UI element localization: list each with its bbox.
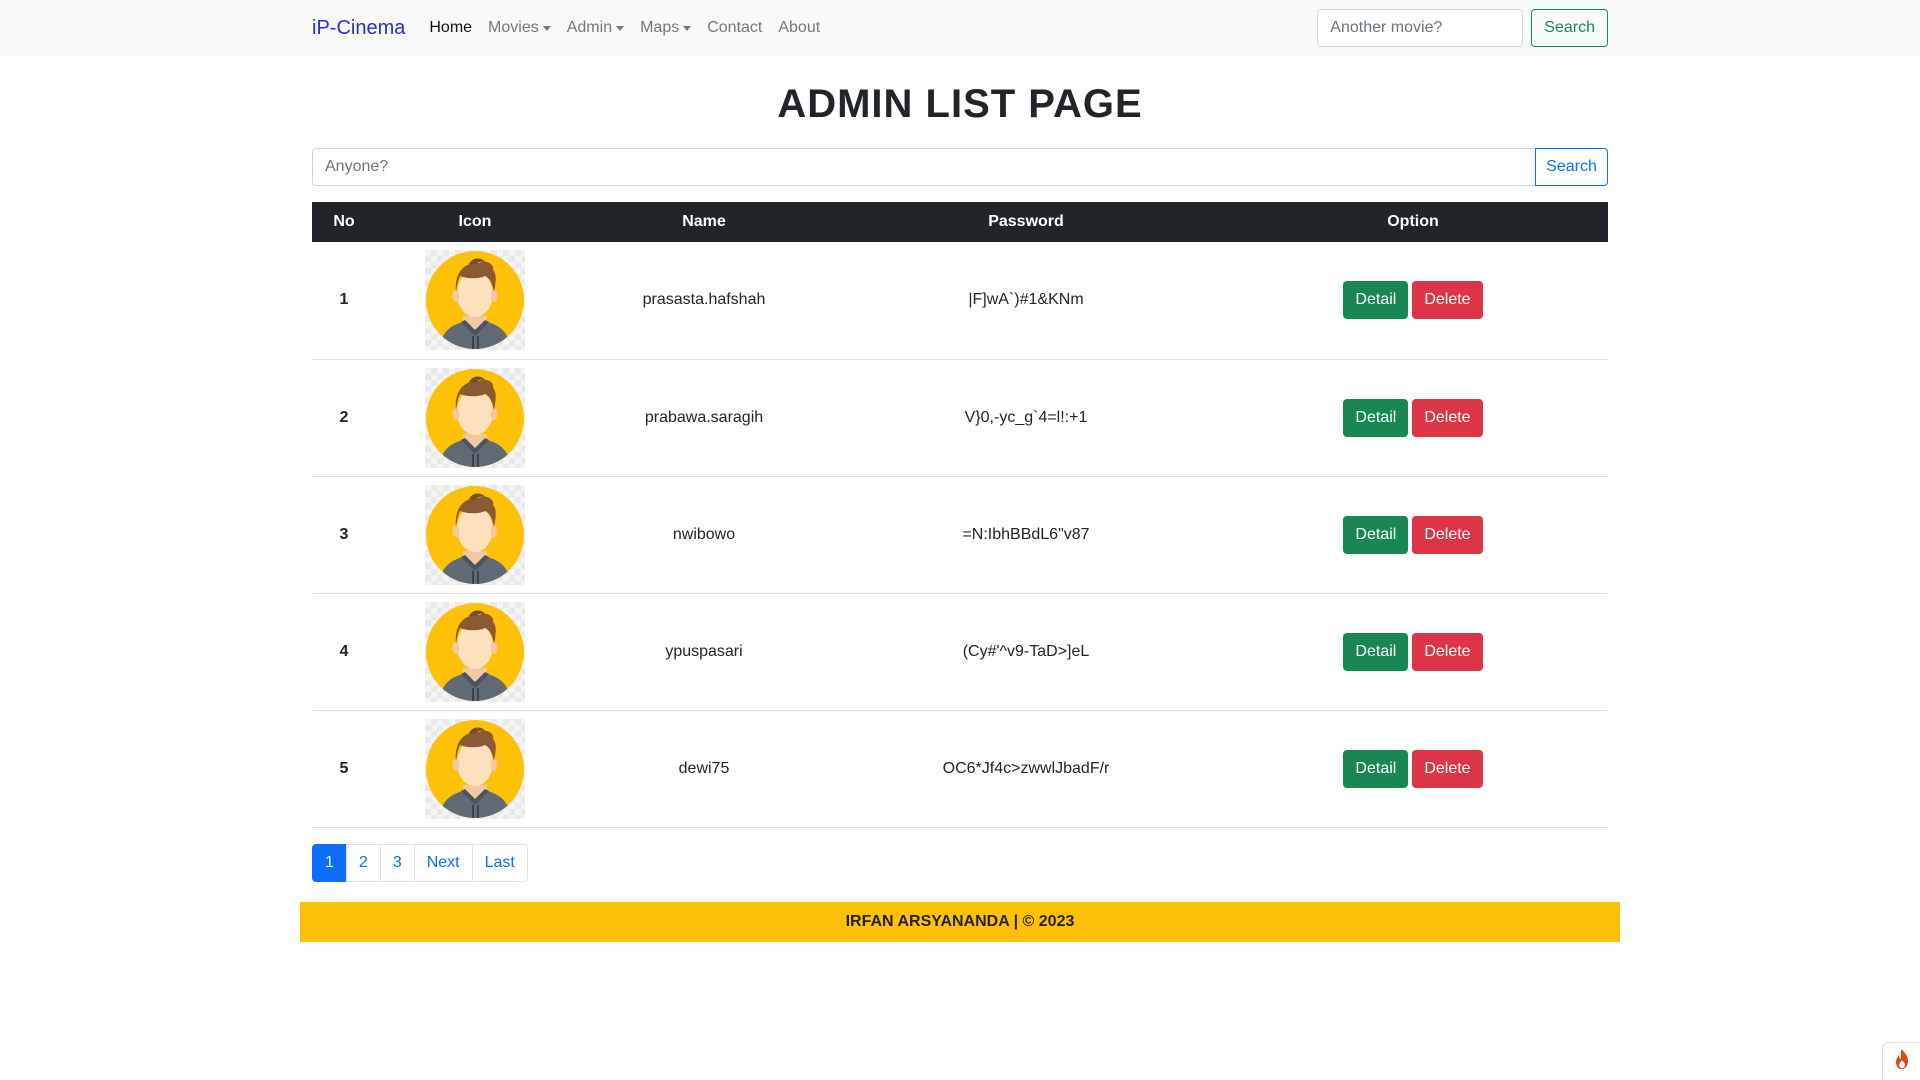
brand-link[interactable]: iP-Cinema <box>312 17 405 40</box>
navbar-inner: iP-Cinema Home Movies Admin Maps Contact Abou… <box>312 0 1608 56</box>
row-options: Detail Delete <box>1218 242 1608 359</box>
admin-search-row: Search <box>312 148 1608 186</box>
nav-link-admin[interactable]: Admin <box>566 19 625 37</box>
row-number: 4 <box>339 642 349 660</box>
caret-down-icon <box>683 25 692 31</box>
delete-button[interactable]: Delete <box>1412 749 1483 788</box>
table-body: 1 prasasta.hafshah |F]wA`)#1&KNm Detail Dele… <box>312 242 1608 827</box>
footer-text: IRFAN ARSYANANDA | © 2023 <box>845 913 1075 930</box>
caret-down-icon <box>542 25 551 31</box>
delete-button[interactable]: Delete <box>1412 398 1483 437</box>
admin-search-button[interactable]: Search <box>1535 148 1608 186</box>
navbar: iP-Cinema Home Movies Admin Maps Contact Abou… <box>0 0 1920 56</box>
row-icon-cell <box>376 593 574 710</box>
user-avatar-icon <box>425 601 525 702</box>
nav-link-label: About <box>778 19 821 36</box>
table-row: 2 prabawa.saragih V}0,-yc_g`4=l!:+1 Detail D… <box>312 359 1608 476</box>
row-name: prabawa.saragih <box>644 408 764 426</box>
row-name: dewi75 <box>678 759 730 777</box>
row-icon-cell <box>376 242 574 359</box>
admin-table: No Icon Name Password Option 1 prasasta.h… <box>312 202 1608 828</box>
row-password: =N:IbhBBdL6"v87 <box>962 525 1090 543</box>
row-icon-cell <box>376 359 574 476</box>
detail-button[interactable]: Detail <box>1343 281 1409 320</box>
column-header-no: No <box>333 213 355 230</box>
row-number: 3 <box>339 525 349 543</box>
detail-button[interactable]: Detail <box>1343 749 1409 788</box>
table-row: 5 dewi75 OC6*Jf4c>zwwlJbadF/r Detail Delete <box>312 710 1608 827</box>
page-link-3[interactable]: 3 <box>379 843 415 882</box>
table-row: 4 ypuspasari (Cy#'^v9-TaD>]eL Detail Delete <box>312 593 1608 710</box>
row-password: V}0,-yc_g`4=l!:+1 <box>964 408 1088 426</box>
delete-button[interactable]: Delete <box>1412 281 1483 320</box>
table-row: 3 nwibowo =N:IbhBBdL6"v87 Detail Delete <box>312 476 1608 593</box>
row-options: Detail Delete <box>1218 359 1608 476</box>
nav-link-label: Home <box>429 19 473 36</box>
nav-links: Home Movies Admin Maps Contact About <box>429 19 836 37</box>
page-link-next[interactable]: Next <box>413 843 473 882</box>
column-header-option: Option <box>1387 213 1439 230</box>
row-options: Detail Delete <box>1218 593 1608 710</box>
nav-link-home[interactable]: Home <box>429 19 472 37</box>
navbar-search: Search <box>1317 9 1608 47</box>
row-number: 1 <box>339 291 349 309</box>
nav-link-movies[interactable]: Movies <box>488 19 551 37</box>
user-avatar-icon <box>425 367 525 468</box>
row-name: ypuspasari <box>665 642 743 660</box>
detail-button[interactable]: Detail <box>1343 515 1409 554</box>
nav-link-contact[interactable]: Contact <box>707 19 762 37</box>
row-password: OC6*Jf4c>zwwlJbadF/r <box>942 759 1110 777</box>
main-container: ADMIN LIST PAGE Search No Icon Name Pass… <box>312 56 1608 882</box>
detail-button[interactable]: Detail <box>1343 398 1409 437</box>
table-row: 1 prasasta.hafshah |F]wA`)#1&KNm Detail Dele… <box>312 242 1608 359</box>
column-header-icon: Icon <box>458 213 492 230</box>
table-head: No Icon Name Password Option <box>312 202 1608 242</box>
table-header-row: No Icon Name Password Option <box>312 202 1608 242</box>
row-options: Detail Delete <box>1218 476 1608 593</box>
row-icon-cell <box>376 710 574 827</box>
row-password: (Cy#'^v9-TaD>]eL <box>962 642 1090 660</box>
delete-button[interactable]: Delete <box>1412 632 1483 671</box>
column-header-name: Name <box>682 213 726 230</box>
user-avatar-icon <box>425 718 525 819</box>
movie-search-input[interactable] <box>1317 9 1524 47</box>
row-password: |F]wA`)#1&KNm <box>968 291 1084 309</box>
row-name: nwibowo <box>672 525 736 543</box>
admin-search-input[interactable] <box>312 148 1535 186</box>
nav-link-label: Maps <box>640 19 680 36</box>
nav-link-label: Admin <box>566 19 613 36</box>
page-link-1[interactable]: 1 <box>312 843 347 882</box>
movie-search-button[interactable]: Search <box>1531 9 1608 47</box>
detail-button[interactable]: Detail <box>1343 632 1409 671</box>
user-avatar-icon <box>425 484 525 585</box>
debug-toolbar-toggle[interactable] <box>1882 1042 1920 1080</box>
page-link-2[interactable]: 2 <box>345 843 381 882</box>
row-icon-cell <box>376 476 574 593</box>
row-number: 5 <box>339 759 349 777</box>
row-options: Detail Delete <box>1218 710 1608 827</box>
row-number: 2 <box>339 408 349 426</box>
page-link-last[interactable]: Last <box>471 843 528 882</box>
delete-button[interactable]: Delete <box>1412 515 1483 554</box>
nav-link-label: Contact <box>707 19 763 36</box>
page-title: ADMIN LIST PAGE <box>777 82 1143 126</box>
caret-down-icon <box>616 25 625 31</box>
column-header-password: Password <box>988 213 1064 230</box>
footer: IRFAN ARSYANANDA | © 2023 <box>300 902 1620 942</box>
row-name: prasasta.hafshah <box>642 291 766 309</box>
nav-link-label: Movies <box>488 19 539 36</box>
nav-link-about[interactable]: About <box>778 19 820 37</box>
flame-icon <box>1893 1048 1911 1075</box>
user-avatar-icon <box>425 250 525 351</box>
nav-link-maps[interactable]: Maps <box>640 19 692 37</box>
pagination: 1 2 3 Next Last <box>312 843 1608 882</box>
